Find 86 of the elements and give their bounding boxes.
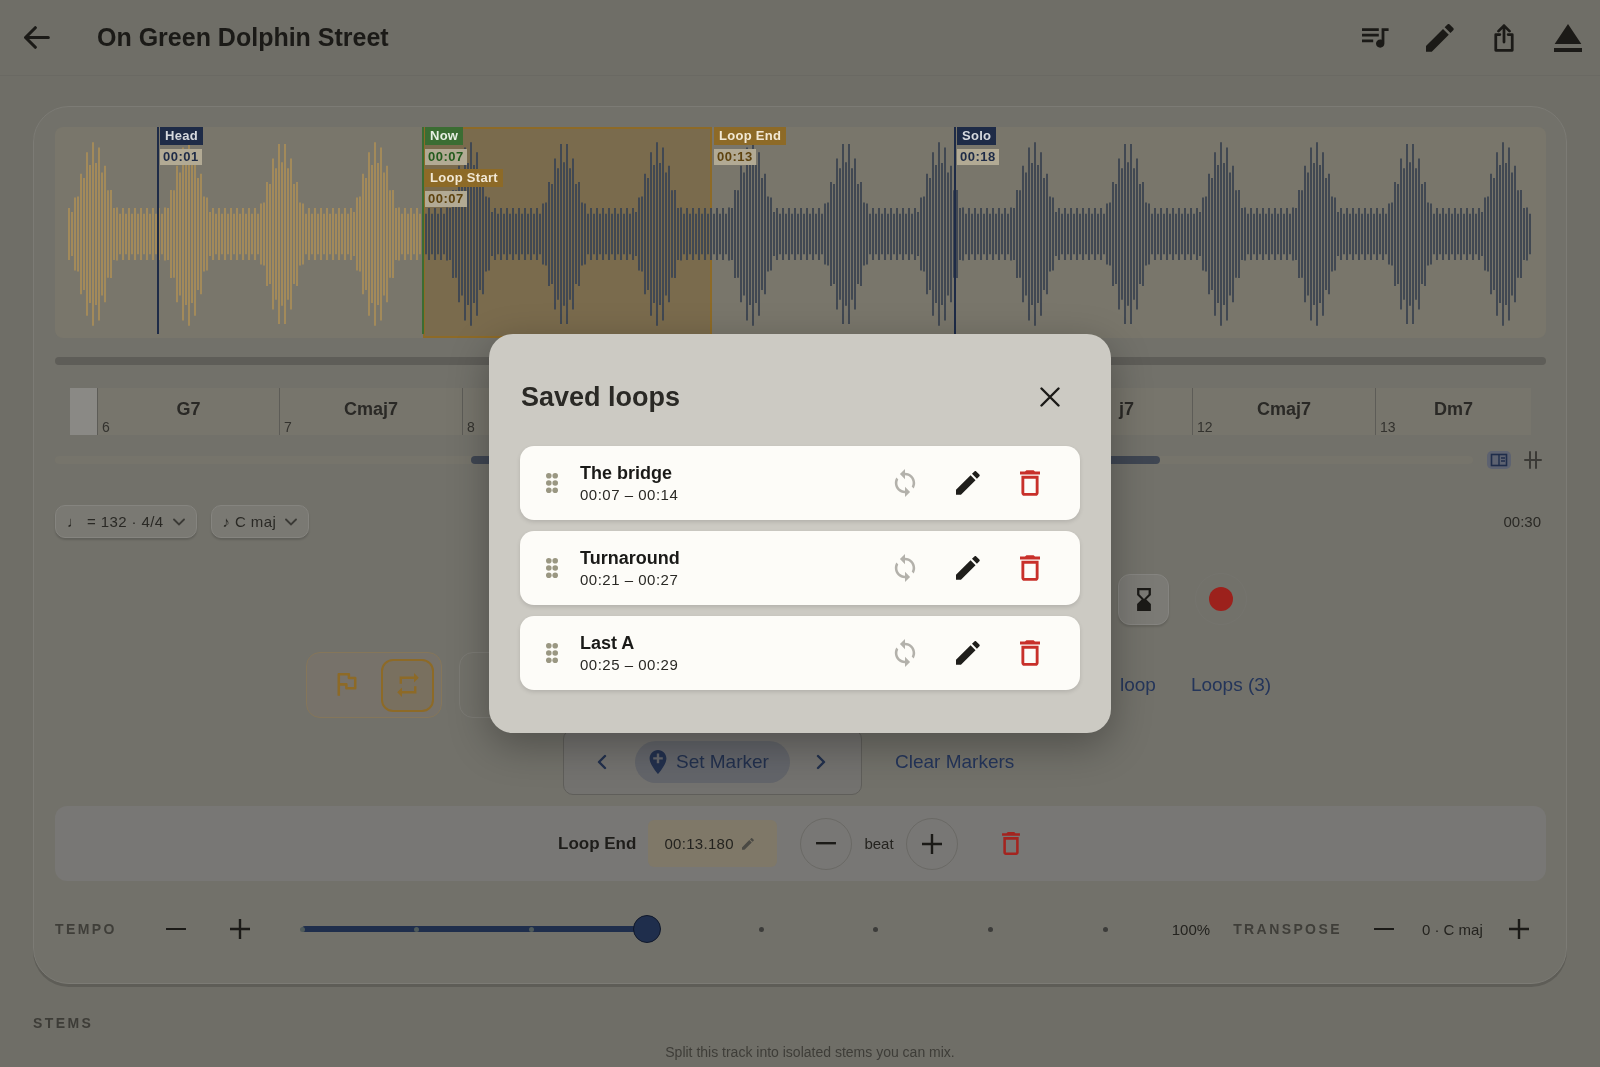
marker-tag[interactable]: Head bbox=[160, 127, 204, 145]
clear-markers-link[interactable]: Clear Markers bbox=[895, 751, 1015, 773]
chevron-right-icon[interactable] bbox=[816, 754, 826, 770]
loop-link[interactable]: loop bbox=[1120, 674, 1156, 696]
sync-icon[interactable] bbox=[894, 639, 916, 667]
minus-icon bbox=[816, 842, 837, 845]
eject-icon[interactable] bbox=[1554, 23, 1582, 52]
drag-handle-icon[interactable] bbox=[546, 643, 558, 663]
sync-icon[interactable] bbox=[894, 469, 916, 497]
loop-end-label: Loop End bbox=[558, 833, 637, 854]
close-icon[interactable] bbox=[1040, 387, 1060, 407]
trash-icon[interactable] bbox=[1020, 470, 1040, 496]
marker-tag[interactable]: Now bbox=[424, 127, 464, 145]
plus-icon bbox=[921, 833, 942, 854]
drag-handle-icon[interactable] bbox=[546, 558, 558, 578]
marker-time: 00:07 bbox=[424, 149, 467, 165]
chevron-down-icon bbox=[172, 517, 185, 526]
chord-cell[interactable]: Cmaj7 12 bbox=[1192, 388, 1375, 435]
bar-number: 13 bbox=[1380, 420, 1396, 435]
drag-handle-icon[interactable] bbox=[546, 473, 558, 493]
loop-name: The bridge bbox=[580, 463, 673, 484]
timer-button[interactable] bbox=[1118, 573, 1169, 625]
tempo-reading: 100% bbox=[1171, 920, 1211, 938]
marker-time: 00:18 bbox=[956, 149, 999, 165]
chord-cell[interactable]: Cmaj7 7 bbox=[279, 388, 462, 435]
chord-name: j7 bbox=[1119, 399, 1134, 419]
chevron-down-icon bbox=[285, 517, 298, 526]
step-unit: beat bbox=[864, 835, 894, 852]
tempo-slider[interactable] bbox=[301, 915, 1105, 943]
trash-icon[interactable] bbox=[1020, 640, 1040, 666]
plus-icon[interactable] bbox=[1508, 919, 1529, 939]
loop-range: 00:21 – 00:27 bbox=[580, 571, 680, 588]
partial-chord-cell bbox=[70, 388, 97, 435]
marker-time: 00:07 bbox=[424, 191, 467, 207]
loop-card[interactable]: The bridge 00:07 – 00:14 bbox=[520, 446, 1080, 520]
loops-link[interactable]: Loops (3) bbox=[1190, 674, 1272, 696]
pencil-icon bbox=[741, 837, 754, 850]
bar-number: 7 bbox=[284, 420, 292, 435]
chord-cell[interactable]: G7 6 bbox=[97, 388, 279, 435]
minus-icon[interactable] bbox=[165, 927, 186, 931]
mode-toggle[interactable] bbox=[381, 658, 434, 712]
loop-card[interactable]: Turnaround 00:21 – 00:27 bbox=[520, 531, 1080, 605]
chord-name: Cmaj7 bbox=[1257, 399, 1311, 419]
bar-number: 12 bbox=[1197, 420, 1213, 435]
marker-tag[interactable]: Loop End bbox=[714, 127, 787, 145]
loop-range: 00:07 – 00:14 bbox=[580, 486, 680, 503]
pencil-icon[interactable] bbox=[956, 641, 980, 665]
chord-name: Dm7 bbox=[1434, 399, 1473, 419]
plus-icon[interactable] bbox=[229, 919, 250, 939]
slider-thumb[interactable] bbox=[633, 915, 662, 943]
loop-end-value: 00:13.180 bbox=[664, 835, 734, 852]
loop-end-field[interactable]: 00:13.180 bbox=[648, 820, 778, 867]
set-marker-button[interactable]: Set Marker bbox=[635, 741, 790, 783]
dialog-title: Saved loops bbox=[521, 381, 681, 413]
marker-tag[interactable]: Loop Start bbox=[424, 169, 503, 187]
chord-name: G7 bbox=[176, 399, 201, 419]
bar-number: 8 bbox=[467, 420, 475, 435]
marker-tag[interactable]: Solo bbox=[956, 127, 997, 145]
tempo-dropdown[interactable]: ♩ = 132 · 4/4 bbox=[55, 505, 197, 538]
double-cross-icon[interactable] bbox=[1524, 451, 1542, 469]
key-dropdown[interactable]: ♪ C maj bbox=[210, 505, 310, 538]
pencil-icon[interactable] bbox=[956, 556, 980, 580]
repeat-icon bbox=[396, 673, 419, 697]
bar-number: 6 bbox=[102, 420, 110, 435]
chord-cell[interactable]: Dm7 13 bbox=[1375, 388, 1531, 435]
sync-icon[interactable] bbox=[894, 554, 916, 582]
trash-icon[interactable] bbox=[1020, 555, 1040, 581]
pencil-icon[interactable] bbox=[956, 471, 980, 495]
back-arrow-icon[interactable] bbox=[24, 26, 50, 49]
marker-time: 00:01 bbox=[160, 149, 202, 165]
loop-card[interactable]: Last A 00:25 – 00:29 bbox=[520, 616, 1080, 690]
chord-name: Cmaj7 bbox=[344, 399, 398, 419]
loop-name: Turnaround bbox=[580, 548, 681, 569]
chevron-left-icon[interactable] bbox=[597, 754, 607, 770]
song-title: On Green Dolphin Street bbox=[97, 23, 389, 52]
record-icon bbox=[1209, 587, 1233, 611]
loop-range: 00:25 – 00:29 bbox=[580, 656, 680, 673]
marker-time: 00:13 bbox=[714, 149, 756, 165]
pin-plus-icon bbox=[649, 750, 667, 774]
loop-name: Last A bbox=[580, 633, 636, 654]
flag-icon bbox=[336, 673, 358, 697]
transpose-value: 0 · C maj bbox=[1421, 920, 1483, 938]
track-duration: 00:30 bbox=[1503, 513, 1541, 530]
minus-icon[interactable] bbox=[1373, 927, 1394, 931]
hourglass-icon bbox=[1136, 587, 1151, 611]
split-view-icon[interactable] bbox=[1487, 451, 1511, 469]
